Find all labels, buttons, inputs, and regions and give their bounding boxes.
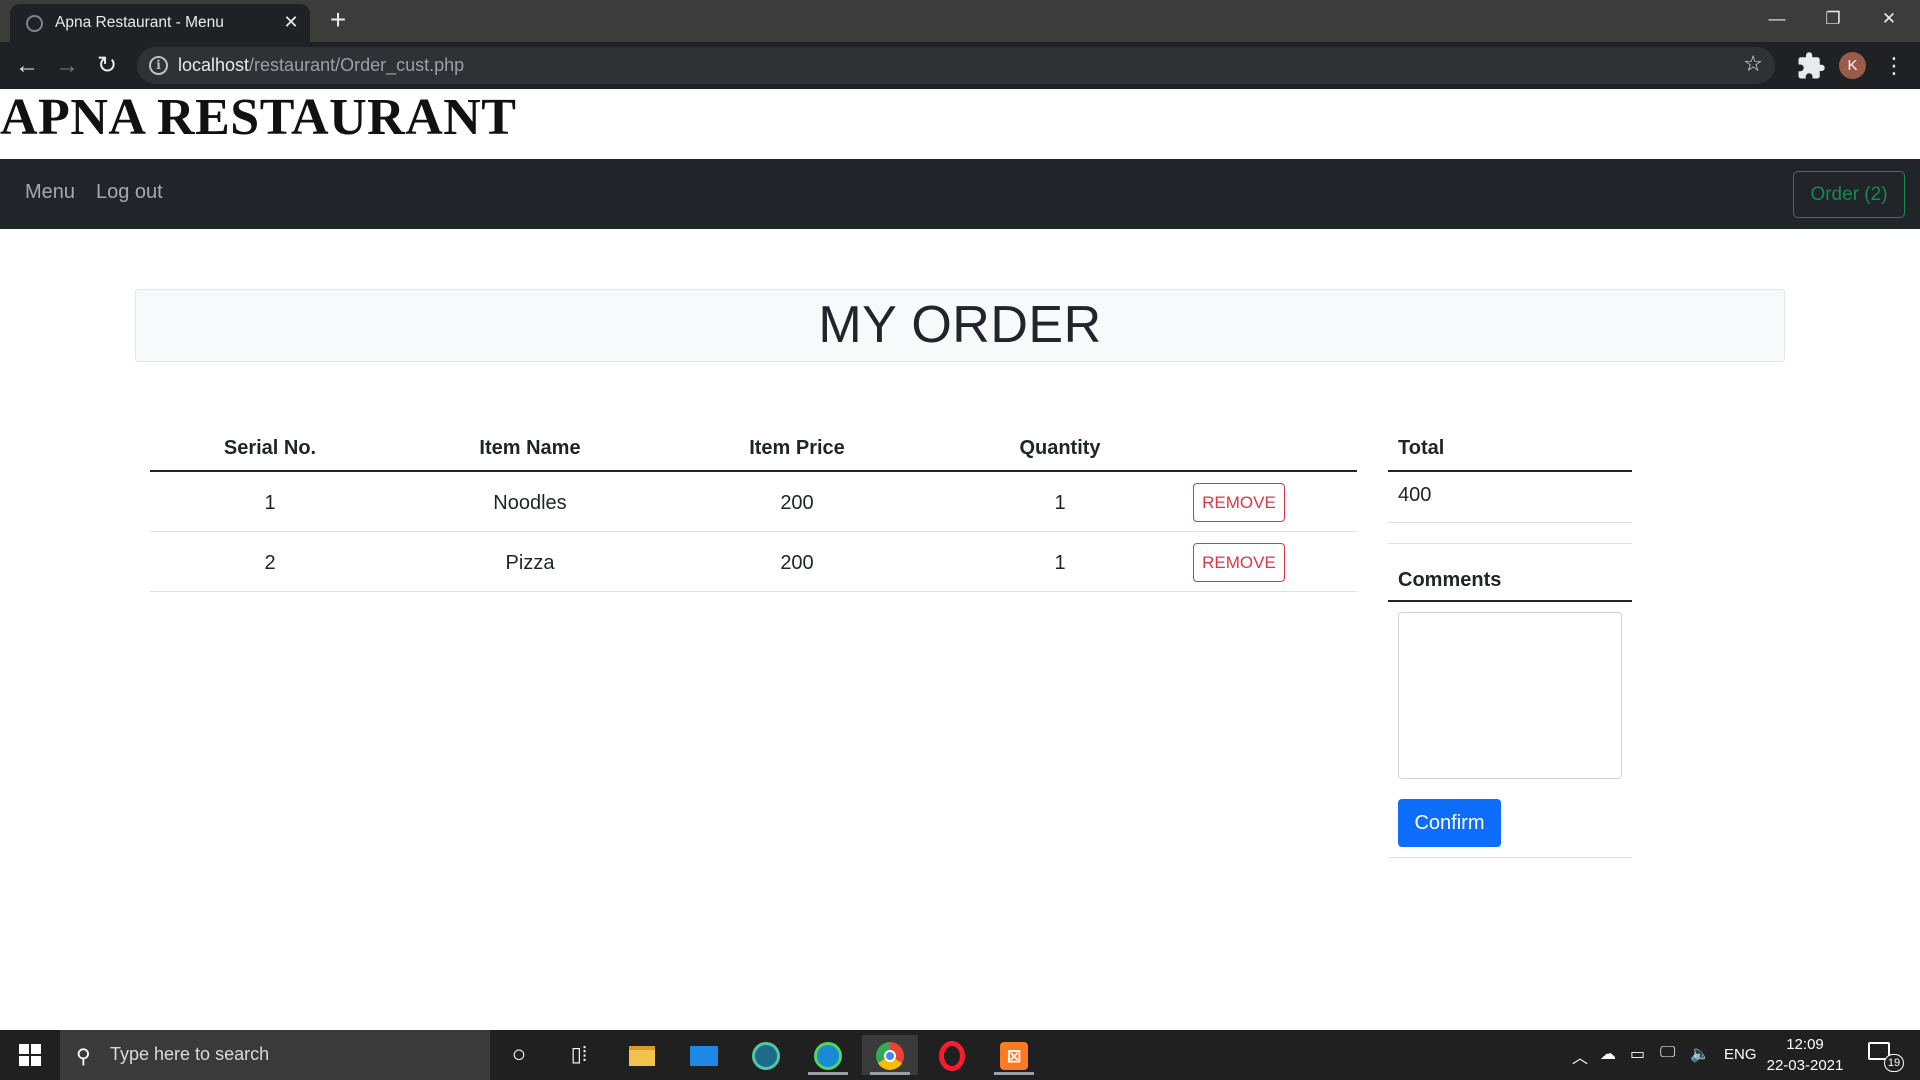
comments-label: Comments xyxy=(1388,544,1632,602)
column-header-item-price: Item Price xyxy=(749,437,845,459)
serial-cell: 2 xyxy=(264,552,276,574)
xampp-icon[interactable]: ⊠ xyxy=(986,1035,1042,1075)
show-hidden-icons-chevron-icon[interactable]: ︿ xyxy=(1572,1044,1588,1068)
close-tab-icon[interactable]: ✕ xyxy=(280,11,302,33)
new-tab-button[interactable]: + xyxy=(324,6,352,34)
quantity-cell: 1 xyxy=(1054,552,1066,574)
volume-icon[interactable]: 🔈 xyxy=(1690,1044,1710,1064)
page-title: MY ORDER xyxy=(818,296,1102,354)
back-icon[interactable]: ← xyxy=(11,50,43,82)
item-price-cell: 200 xyxy=(780,552,814,574)
item-name-cell: Noodles xyxy=(493,492,567,514)
windows-start-icon[interactable] xyxy=(0,1030,60,1080)
total-value: 400 xyxy=(1388,472,1632,523)
extensions-puzzle-icon[interactable] xyxy=(1796,51,1826,81)
browser-toolbar: ← → ↻ i localhost/restaurant/Order_cust.… xyxy=(0,42,1920,89)
globe-icon xyxy=(26,15,43,32)
navbar: Menu Log out Order (2) xyxy=(0,159,1920,229)
search-placeholder: Type here to search xyxy=(110,1044,270,1064)
total-label: Total xyxy=(1388,427,1632,472)
onedrive-cloud-icon[interactable]: ☁ xyxy=(1600,1044,1616,1064)
order-button[interactable]: Order (2) xyxy=(1793,171,1905,218)
search-icon: ⚲ xyxy=(76,1046,91,1068)
bookmark-star-icon[interactable]: ☆ xyxy=(1743,51,1763,77)
item-name-cell: Pizza xyxy=(505,552,555,574)
info-icon[interactable]: i xyxy=(149,56,168,75)
nav-link-menu[interactable]: Menu xyxy=(25,181,75,204)
remove-button[interactable]: REMOVE xyxy=(1193,483,1285,522)
tab-title: Apna Restaurant - Menu xyxy=(55,14,224,31)
nav-link-logout[interactable]: Log out xyxy=(96,181,163,204)
column-header-serial: Serial No. xyxy=(223,437,317,459)
comments-textarea[interactable] xyxy=(1398,612,1622,779)
opera-icon[interactable] xyxy=(924,1035,980,1075)
clock-date: 22-03-2021 xyxy=(1766,1057,1844,1074)
taskbar-search-input[interactable]: ⚲ Type here to search xyxy=(60,1030,490,1080)
remove-button[interactable]: REMOVE xyxy=(1193,543,1285,582)
column-header-item-name: Item Name xyxy=(479,437,581,459)
url-text[interactable]: localhost/restaurant/Order_cust.php xyxy=(178,55,464,76)
browser-titlebar: Apna Restaurant - Menu ✕ + — ❐ ✕ xyxy=(0,0,1920,42)
forward-icon[interactable]: → xyxy=(51,50,83,82)
reload-icon[interactable]: ↻ xyxy=(91,50,123,82)
edge-dev-icon[interactable] xyxy=(738,1035,794,1075)
site-title: APNA RESTAURANT xyxy=(0,89,517,146)
table-row: 1 Noodles 200 1 REMOVE xyxy=(150,472,1357,532)
task-view-icon[interactable]: ▯⁞ xyxy=(551,1035,607,1075)
chrome-icon[interactable] xyxy=(862,1035,918,1075)
minimize-button[interactable]: — xyxy=(1749,0,1805,40)
address-bar[interactable]: i localhost/restaurant/Order_cust.php ☆ xyxy=(137,47,1775,84)
language-indicator[interactable]: ENG xyxy=(1724,1046,1757,1063)
network-icon[interactable]: 🖵 xyxy=(1660,1044,1675,1062)
serial-cell: 1 xyxy=(264,492,276,514)
close-window-button[interactable]: ✕ xyxy=(1861,0,1917,40)
confirm-button[interactable]: Confirm xyxy=(1398,799,1501,847)
taskbar: ⚲ Type here to search ○ ▯⁞ ⊠ ︿ ☁ ▭ 🖵 🔈 E… xyxy=(0,1030,1920,1080)
order-summary: Total 400 Comments Confirm xyxy=(1388,427,1632,858)
browser-tab[interactable]: Apna Restaurant - Menu ✕ xyxy=(10,4,310,42)
divider xyxy=(1388,857,1632,858)
restore-button[interactable]: ❐ xyxy=(1805,0,1861,40)
taskbar-clock[interactable]: 12:09 22-03-2021 xyxy=(1762,1034,1848,1076)
cortana-icon[interactable]: ○ xyxy=(491,1035,547,1075)
order-heading-banner: MY ORDER xyxy=(135,289,1785,362)
table-header: Serial No. Item Name Item Price Quantity xyxy=(150,427,1357,472)
item-price-cell: 200 xyxy=(780,492,814,514)
order-table: Serial No. Item Name Item Price Quantity… xyxy=(150,427,1357,592)
column-header-quantity: Quantity xyxy=(1019,437,1101,459)
profile-avatar[interactable]: K xyxy=(1839,52,1866,79)
file-explorer-icon[interactable] xyxy=(614,1035,670,1075)
battery-icon[interactable]: ▭ xyxy=(1630,1044,1645,1064)
quantity-cell: 1 xyxy=(1054,492,1066,514)
clock-time: 12:09 xyxy=(1786,1036,1824,1053)
mail-icon[interactable] xyxy=(676,1035,732,1075)
table-row: 2 Pizza 200 1 REMOVE xyxy=(150,532,1357,592)
divider xyxy=(1388,523,1632,544)
edge-icon[interactable] xyxy=(800,1035,856,1075)
notification-center-icon[interactable]: 19 xyxy=(1866,1040,1904,1072)
notification-count-badge: 19 xyxy=(1884,1054,1904,1072)
browser-menu-icon[interactable]: ⋮ xyxy=(1883,50,1905,82)
